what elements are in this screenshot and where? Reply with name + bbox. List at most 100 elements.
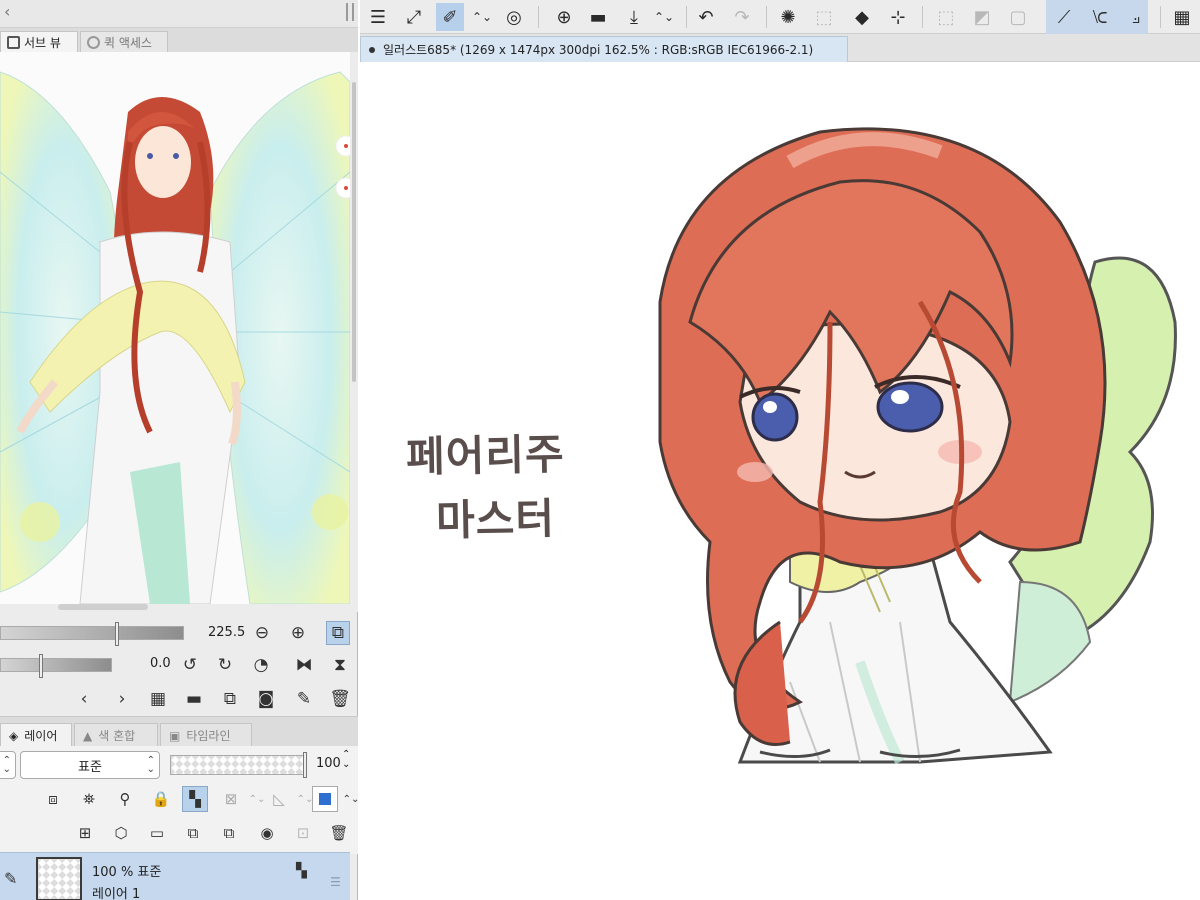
fill-icon[interactable]: ◆ — [848, 3, 876, 31]
stabilizer-mid-icon[interactable]: ⟈ — [1086, 3, 1114, 31]
chevron-left-icon[interactable]: ‹ — [4, 2, 10, 21]
tab-timeline[interactable]: ▣ 타임라인 — [160, 723, 252, 747]
save-icon[interactable]: ⤓ — [620, 3, 648, 31]
opacity-stepper[interactable]: ⌃ ⌄ — [342, 750, 350, 770]
separator — [686, 6, 687, 28]
reference-layer-icon[interactable]: ⛯ — [76, 786, 102, 812]
tab-quick-access[interactable]: 퀵 액세스 — [80, 31, 168, 52]
unsaved-dot-icon — [369, 46, 375, 53]
rotate-left-icon[interactable]: ↺ — [178, 653, 202, 677]
draft-layer-icon[interactable]: ⚲ — [112, 786, 138, 812]
open-folder-icon[interactable]: ▬ — [584, 3, 612, 31]
opacity-slider[interactable] — [170, 752, 307, 778]
reset-rotation-icon[interactable]: ◔ — [249, 653, 273, 677]
document-tab[interactable]: 일러스트685* (1269 x 1474px 300dpi 162.5% : … — [360, 36, 848, 62]
drawing-canvas[interactable]: 페어리주 마스터 — [360, 62, 1200, 900]
ref-layer-disabled-icon[interactable]: ⊡ — [290, 820, 316, 846]
rotation-slider[interactable] — [0, 654, 112, 678]
clip-studio-icon[interactable]: ◎ — [500, 3, 528, 31]
fit-view-icon[interactable]: ⧉ — [326, 621, 350, 645]
sub-view-vscrollbar[interactable] — [350, 52, 358, 612]
stabilizer-high-icon[interactable]: ⟓ — [1122, 3, 1150, 31]
zoom-row: 225.5 ⊖ ⊕ ⧉ — [0, 618, 358, 648]
select-all-icon[interactable]: ⬚ — [810, 3, 838, 31]
document-title: 일러스트685* (1269 x 1474px 300dpi 162.5% : … — [383, 43, 814, 57]
layer-mask-icon[interactable]: ◉ — [254, 820, 280, 846]
transfer-down-icon[interactable]: ⧉ — [180, 820, 206, 846]
zoom-value: 225.5 — [208, 625, 246, 640]
drag-grip-icon[interactable]: ☰ — [330, 875, 341, 889]
ruler-disabled-icon[interactable]: ◺ — [266, 786, 292, 812]
separator — [1160, 6, 1161, 28]
next-image-icon[interactable]: › — [110, 687, 134, 711]
import-image-icon[interactable]: ⧉ — [218, 687, 242, 711]
transform-icon[interactable]: ⊹ — [884, 3, 912, 31]
layer-list-item[interactable]: ✎ 100 % 표준 레이어 1 ▚ ☰ — [0, 852, 350, 900]
rotation-slider-knob[interactable] — [39, 654, 43, 678]
blend-prev-stepper[interactable]: ⌃ ⌄ — [0, 751, 16, 779]
panel-drag-handle[interactable] — [346, 3, 354, 21]
previous-image-icon[interactable]: ‹ — [72, 687, 96, 711]
mask-disabled-icon[interactable]: ⊠ — [218, 786, 244, 812]
new-canvas-icon[interactable]: ⊕ — [550, 3, 578, 31]
separator — [922, 6, 923, 28]
expand-icon[interactable]: ⤢ — [400, 3, 428, 31]
rotate-right-icon[interactable]: ↻ — [213, 653, 237, 677]
delete-layer-icon[interactable]: 🗑 — [326, 820, 352, 846]
clip-layer-icon[interactable]: ⧈ — [40, 786, 66, 812]
timeline-icon: ▣ — [169, 728, 181, 743]
separator — [538, 6, 539, 28]
flip-vertical-icon[interactable]: ⧗ — [328, 653, 352, 677]
eyedropper-icon[interactable]: ✐ — [436, 3, 464, 31]
chibi-illustration — [658, 127, 1177, 765]
image-icon — [7, 35, 20, 49]
camera-icon[interactable]: ◙ — [254, 687, 278, 711]
lock-icon[interactable]: 🔒 — [148, 786, 174, 812]
new-folder-icon[interactable]: ▭ — [144, 820, 170, 846]
chevron-updown-icon[interactable]: ⌃⌄ — [468, 3, 496, 31]
stabilizer-low-icon[interactable]: ⟋ — [1050, 3, 1078, 31]
loading-icon[interactable]: ✺ — [774, 3, 802, 31]
opacity-value: 100 — [316, 756, 341, 771]
opacity-slider-knob[interactable] — [303, 752, 307, 778]
layer-property-row: ⧈ ⛯ ⚲ 🔒 ▚ ⊠ ⌃⌄ ◺ ⌃⌄ ⌃⌄ — [0, 784, 359, 820]
new-raster-layer-icon[interactable]: ⊞ — [72, 820, 98, 846]
sub-view-nav-row: ‹ › ▦ ▬ ⧉ ◙ ✎ 🗑 — [0, 684, 358, 714]
zoom-slider[interactable] — [0, 622, 184, 646]
pen-icon: ✎ — [4, 869, 18, 888]
undo-icon[interactable]: ↶ — [692, 3, 720, 31]
quick-access-icon — [87, 35, 100, 49]
selection-outline-icon[interactable]: ▢ — [1004, 3, 1032, 31]
sub-view-image[interactable] — [0, 52, 350, 604]
rotation-value: 0.0 — [150, 656, 171, 671]
combine-down-icon[interactable]: ⧉ — [216, 820, 242, 846]
zoom-out-icon[interactable]: ⊖ — [250, 621, 274, 645]
lock-transparency-icon[interactable]: ▚ — [182, 786, 208, 812]
redo-icon[interactable]: ↷ — [728, 3, 756, 31]
calculator-icon[interactable]: ▦ — [1168, 3, 1196, 31]
trash-icon[interactable]: 🗑 — [328, 687, 352, 711]
sub-view-hscrollbar[interactable] — [58, 604, 148, 610]
open-folder-icon[interactable]: ▬ — [182, 687, 206, 711]
clip-studio-window: ‹ 서브 뷰 퀵 액세스 225.5 ⊖ ⊕ ⧉ 0.0 ↺ ↻ ◔ ⧓ ⧗ ‹… — [0, 0, 1200, 900]
clear-selection-icon[interactable]: ⬚ — [932, 3, 960, 31]
chevron-updown-icon: ⌃ ⌄ — [146, 755, 155, 775]
edit-icon[interactable]: ✎ — [292, 687, 316, 711]
layer-name: 레이어 1 — [92, 887, 141, 900]
grid-icon[interactable]: ▦ — [146, 687, 170, 711]
tab-sub-view[interactable]: 서브 뷰 — [0, 31, 78, 52]
tab-color-mix[interactable]: ▲ 색 혼합 — [74, 723, 158, 747]
zoom-slider-knob[interactable] — [115, 622, 119, 646]
tab-layer[interactable]: ◈ 레이어 — [0, 723, 72, 747]
flip-horizontal-icon[interactable]: ⧓ — [292, 653, 316, 677]
layer-panel-tabs: ◈ 레이어 ▲ 색 혼합 ▣ 타임라인 — [0, 716, 358, 747]
chevron-updown-icon[interactable]: ⌃⌄ — [650, 3, 678, 31]
new-vector-layer-icon[interactable]: ⬡ — [108, 820, 134, 846]
scroll-thumb[interactable] — [352, 82, 356, 382]
layer-color-swatch[interactable] — [312, 786, 338, 812]
menu-icon[interactable]: ☰ — [364, 3, 392, 31]
invert-selection-icon[interactable]: ◩ — [968, 3, 996, 31]
layer-action-row: ⊞ ⬡ ▭ ⧉ ⧉ ◉ ⊡ 🗑 — [0, 818, 358, 854]
blend-mode-select[interactable]: 표준 ⌃ ⌄ — [20, 751, 160, 779]
zoom-in-icon[interactable]: ⊕ — [286, 621, 310, 645]
